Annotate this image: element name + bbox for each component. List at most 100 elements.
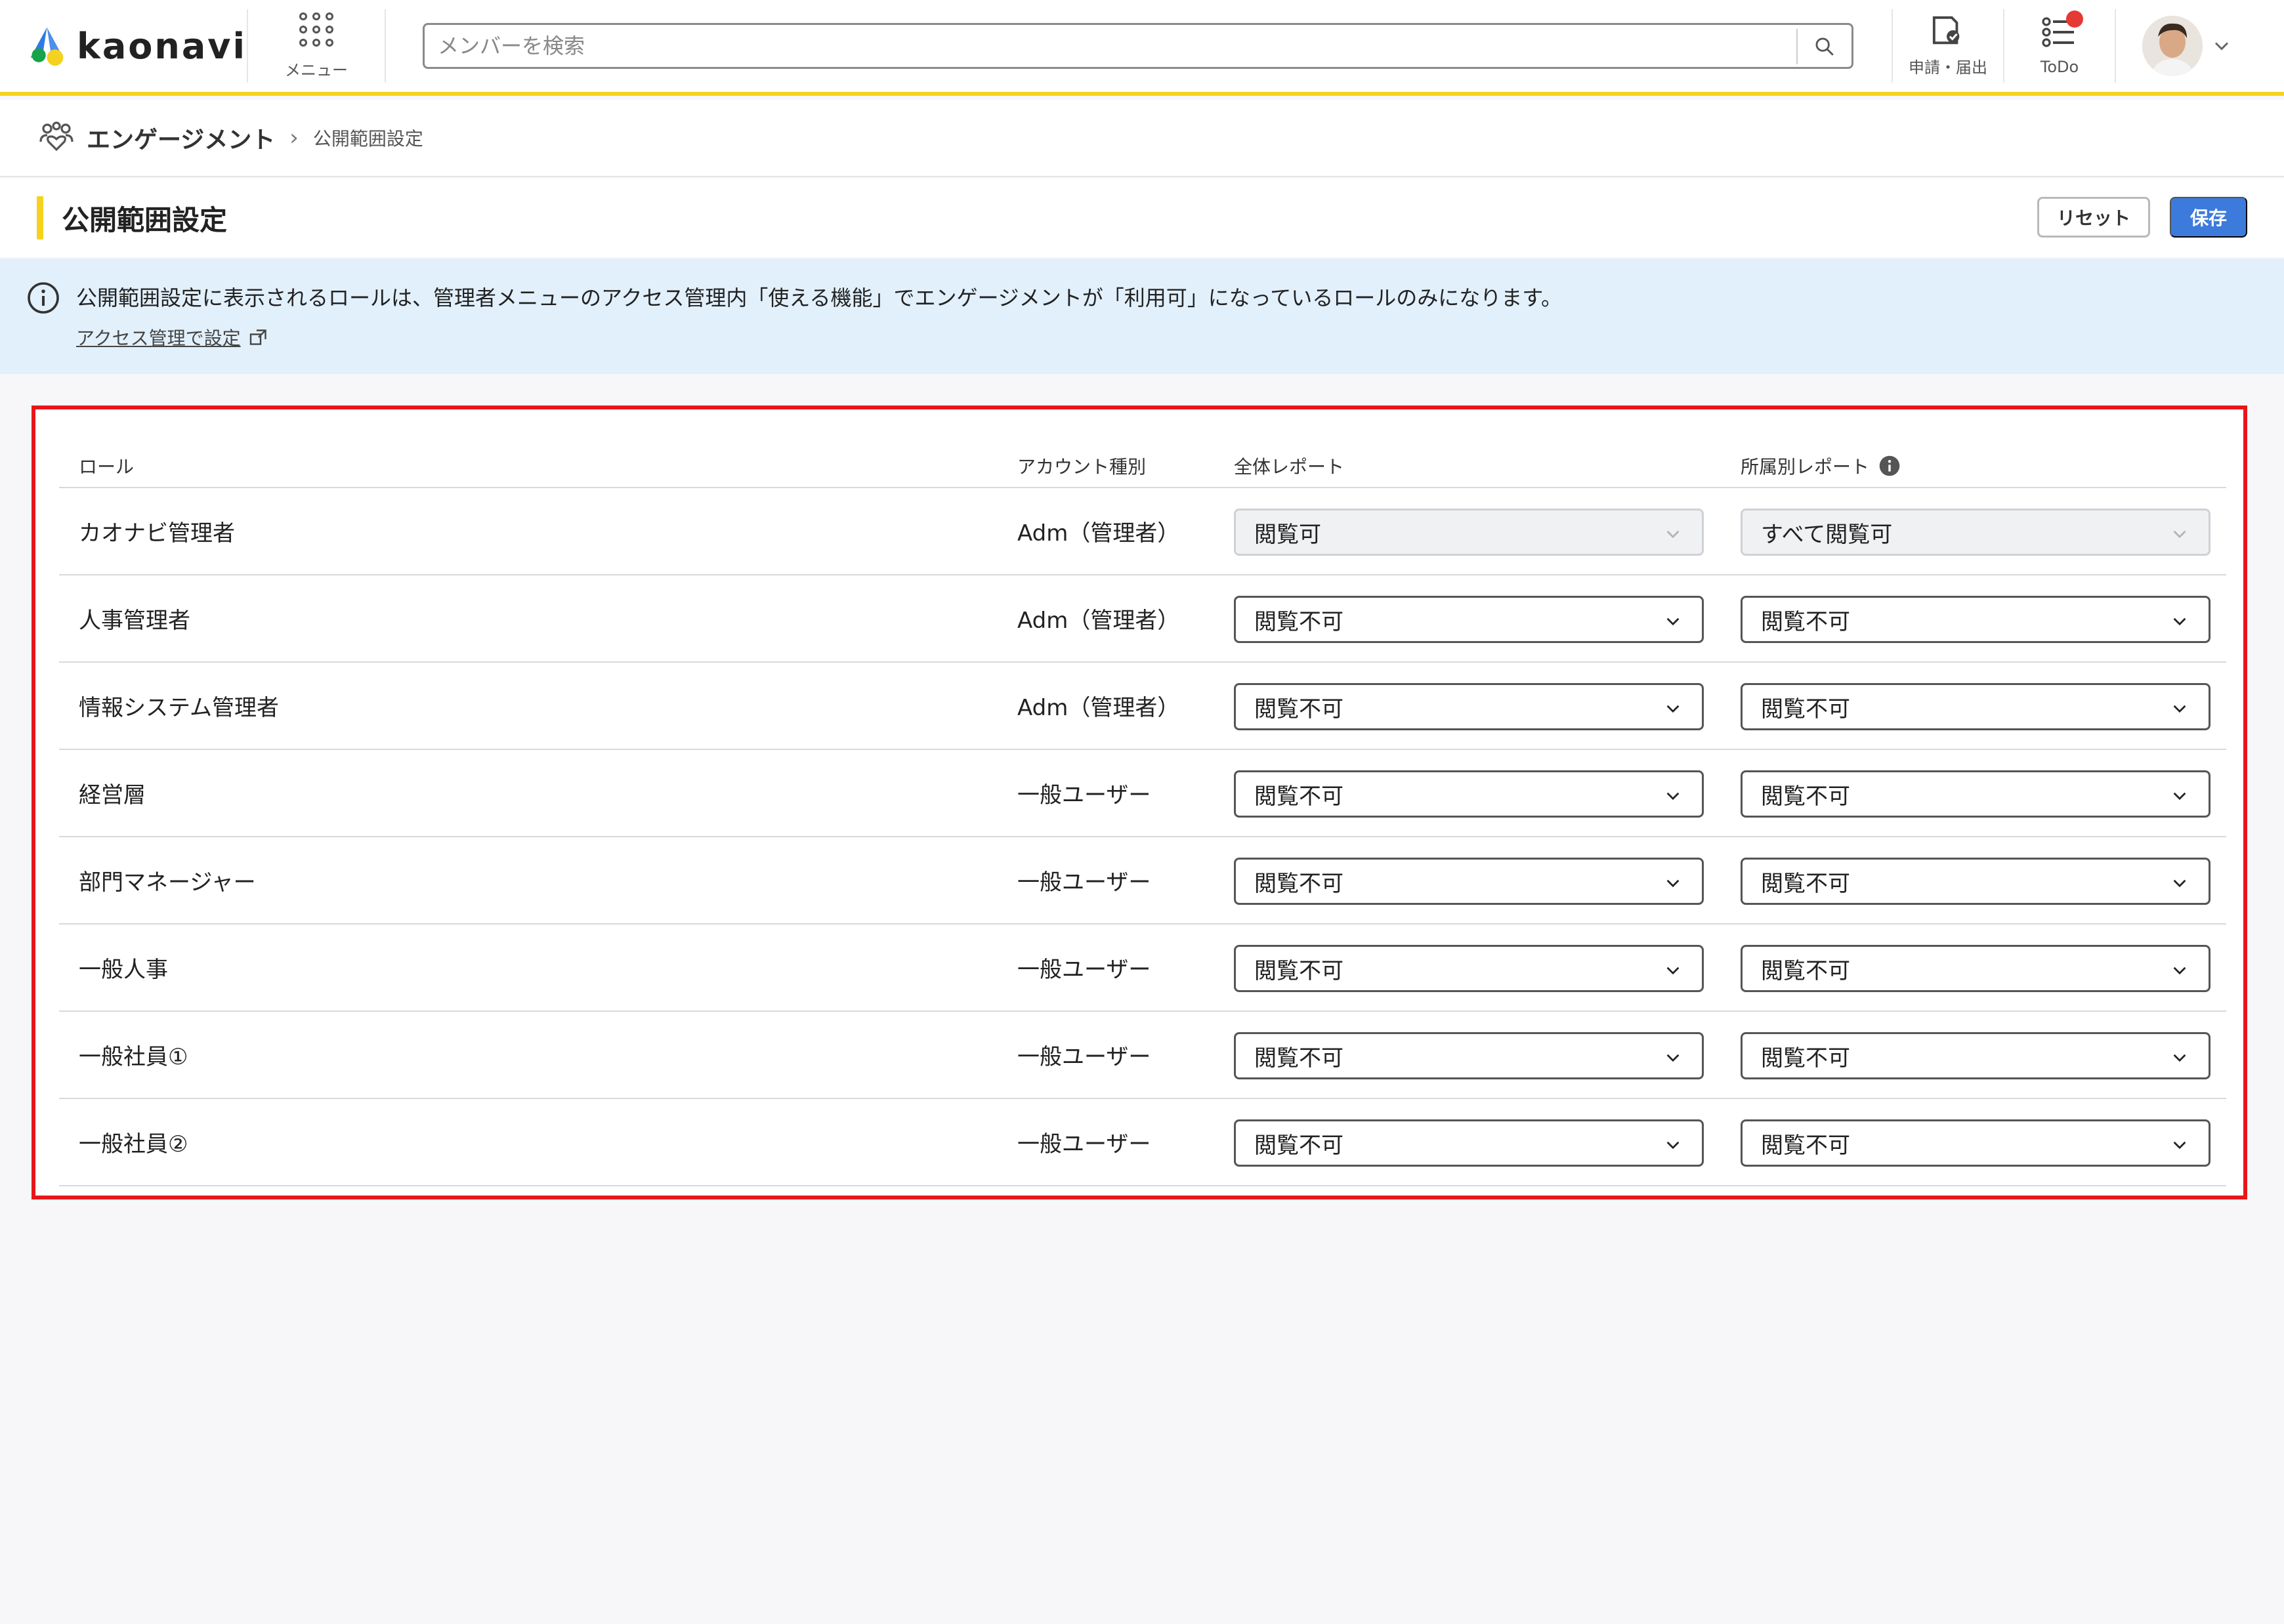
- dept-report-select[interactable]: 閲覧不可: [1741, 683, 2210, 730]
- select-value: 閲覧不可: [1254, 957, 1343, 984]
- account-type: 一般ユーザー: [1017, 782, 1151, 808]
- dept-report-select[interactable]: 閲覧不可: [1741, 770, 2210, 818]
- role-name: 部門マネージャー: [79, 869, 256, 896]
- chevron-down-icon: [2173, 1054, 2186, 1062]
- requests-button[interactable]: 申請・届出: [1893, 0, 2003, 94]
- chevron-down-icon: [2173, 967, 2186, 975]
- todo-label: ToDo: [2040, 58, 2079, 76]
- roles-table-card: ロール アカウント種別 全体レポート 所属別レポート カオナビ管理者 Adm（管…: [32, 406, 2247, 1199]
- dept-report-select: すべて閲覧可: [1741, 509, 2210, 556]
- table-row: 一般社員② 一般ユーザー 閲覧不可 閲覧不可: [59, 1099, 2226, 1186]
- dept-report-select[interactable]: 閲覧不可: [1741, 1032, 2210, 1079]
- breadcrumb: エンゲージメント › 公開範囲設定: [0, 100, 2284, 177]
- overall-report-select[interactable]: 閲覧不可: [1234, 596, 1704, 643]
- top-header: kaonavi メニュー 申請・届出: [0, 0, 2284, 96]
- account-type: 一般ユーザー: [1017, 1044, 1151, 1070]
- external-link-icon: [249, 329, 266, 345]
- grid-menu-icon: [299, 12, 333, 47]
- chevron-down-icon: [1666, 617, 1680, 626]
- overall-report-select[interactable]: 閲覧不可: [1234, 945, 1704, 992]
- role-name: 一般人事: [79, 957, 168, 983]
- search-icon: [1815, 37, 1834, 56]
- select-value: 閲覧不可: [1761, 957, 1850, 984]
- column-header-overall-report: 全体レポート: [1234, 456, 1345, 478]
- chevron-down-icon: [1666, 1141, 1680, 1150]
- select-value: 閲覧不可: [1761, 1132, 1850, 1159]
- chevron-down-icon: [2173, 879, 2186, 888]
- overall-report-select[interactable]: 閲覧不可: [1234, 770, 1704, 818]
- member-search: [423, 23, 1853, 69]
- save-button[interactable]: 保存: [2170, 197, 2247, 238]
- column-header-account-type: アカウント種別: [1017, 456, 1147, 478]
- select-value: 閲覧不可: [1761, 870, 1850, 897]
- search-button[interactable]: [1796, 29, 1851, 64]
- role-name: カオナビ管理者: [79, 520, 235, 547]
- table-row: 人事管理者 Adm（管理者） 閲覧不可 閲覧不可: [59, 575, 2226, 663]
- select-value: 閲覧不可: [1254, 1045, 1343, 1072]
- overall-report-select[interactable]: 閲覧不可: [1234, 1119, 1704, 1167]
- requests-label: 申請・届出: [1909, 58, 1987, 77]
- title-accent: [37, 196, 43, 239]
- overall-report-select[interactable]: 閲覧不可: [1234, 858, 1704, 905]
- dept-report-select[interactable]: 閲覧不可: [1741, 1119, 2210, 1167]
- user-photo-icon: [2142, 16, 2203, 76]
- column-header-dept-report: 所属別レポート: [1741, 453, 1901, 479]
- overall-report-select[interactable]: 閲覧不可: [1234, 683, 1704, 730]
- account-type: 一般ユーザー: [1017, 869, 1151, 896]
- select-value: 閲覧不可: [1254, 1132, 1343, 1159]
- user-menu[interactable]: [2142, 16, 2231, 76]
- role-name: 一般社員①: [79, 1044, 188, 1070]
- page-title: 公開範囲設定: [62, 203, 228, 236]
- select-value: 閲覧不可: [1254, 696, 1343, 722]
- notification-badge: [2066, 10, 2083, 28]
- select-value: すべて閲覧可: [1761, 521, 1893, 548]
- select-value: 閲覧可: [1254, 521, 1321, 548]
- account-type: 一般ユーザー: [1017, 957, 1151, 983]
- dept-report-select[interactable]: 閲覧不可: [1741, 858, 2210, 905]
- dept-report-select[interactable]: 閲覧不可: [1741, 596, 2210, 643]
- chevron-down-icon: [1666, 530, 1680, 539]
- dept-report-select[interactable]: 閲覧不可: [1741, 945, 2210, 992]
- breadcrumb-current: 公開範囲設定: [312, 128, 423, 150]
- account-type: Adm（管理者）: [1017, 695, 1180, 721]
- column-header-role: ロール: [79, 456, 135, 478]
- search-input[interactable]: [425, 26, 1777, 66]
- divider: [2115, 9, 2116, 83]
- select-value: 閲覧不可: [1761, 696, 1850, 722]
- overall-report-select[interactable]: 閲覧不可: [1234, 1032, 1704, 1079]
- chevron-down-icon: [2173, 792, 2186, 801]
- todo-icon-wrap: [2041, 10, 2083, 51]
- chevron-down-icon: [1666, 967, 1680, 975]
- divider: [385, 9, 386, 83]
- select-value: 閲覧不可: [1254, 870, 1343, 897]
- account-type: Adm（管理者）: [1017, 520, 1180, 547]
- chevron-down-icon: [1666, 879, 1680, 888]
- chevron-down-icon: [1666, 792, 1680, 801]
- chevron-down-icon: [2173, 705, 2186, 713]
- access-settings-link[interactable]: アクセス管理で設定: [76, 324, 241, 350]
- select-value: 閲覧不可: [1761, 1045, 1850, 1072]
- reset-button[interactable]: リセット: [2037, 197, 2150, 238]
- title-bar: 公開範囲設定 リセット 保存: [0, 178, 2284, 257]
- banner-message: 公開範囲設定に表示されるロールは、管理者メニューのアクセス管理内「使える機能」で…: [76, 285, 1563, 310]
- info-banner: 公開範囲設定に表示されるロールは、管理者メニューのアクセス管理内「使える機能」で…: [0, 259, 2284, 374]
- kaonavi-logo-icon: [30, 27, 64, 66]
- chevron-down-icon: [2173, 530, 2186, 539]
- chevron-down-icon: [2173, 617, 2186, 626]
- chevron-down-icon: [2173, 1141, 2186, 1150]
- overall-report-select: 閲覧可: [1234, 509, 1704, 556]
- menu-label: メニュー: [285, 60, 348, 79]
- table-header: ロール アカウント種別 全体レポート 所属別レポート: [59, 430, 2226, 488]
- breadcrumb-engagement[interactable]: エンゲージメント: [87, 121, 275, 155]
- role-name: 一般社員②: [79, 1131, 188, 1157]
- column-header-dept-report-label: 所属別レポート: [1741, 456, 1870, 478]
- chevron-down-icon: [2214, 42, 2229, 51]
- menu-button[interactable]: メニュー: [264, 0, 369, 94]
- document-stamp-icon: [1932, 16, 1960, 44]
- kaonavi-logo[interactable]: kaonavi: [24, 20, 247, 72]
- select-value: 閲覧不可: [1254, 783, 1343, 810]
- role-name: 人事管理者: [79, 608, 190, 634]
- todo-button[interactable]: ToDo: [2004, 0, 2115, 94]
- select-value: 閲覧不可: [1254, 608, 1343, 635]
- info-filled-icon[interactable]: [1878, 455, 1901, 477]
